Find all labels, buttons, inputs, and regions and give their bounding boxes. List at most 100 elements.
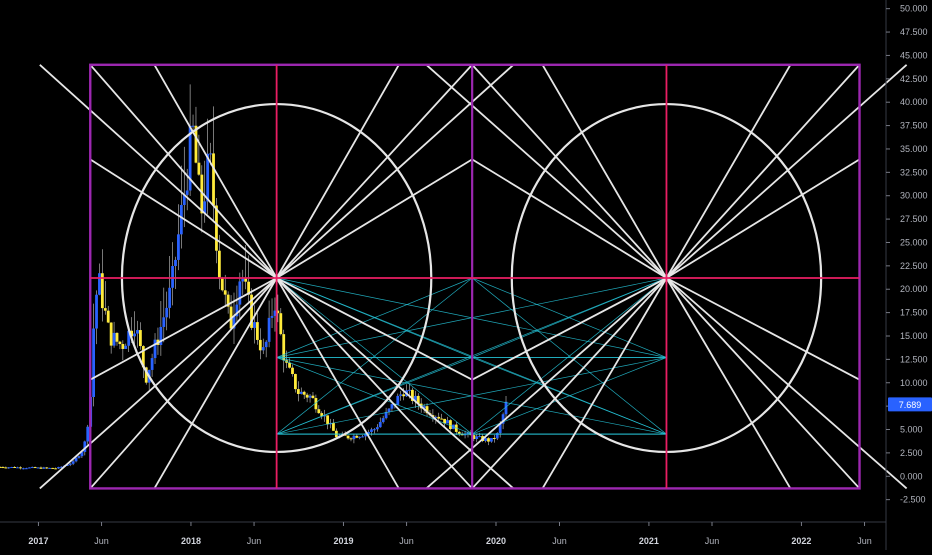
candle-body: [346, 435, 350, 439]
candle-body: [449, 420, 452, 430]
candle-body: [13, 467, 17, 469]
y-tick-label: 37.500: [900, 121, 928, 131]
candle-body: [396, 395, 400, 405]
x-tick-label: Jun: [399, 536, 414, 546]
candle-body: [375, 427, 379, 430]
candle-body: [305, 394, 309, 398]
y-tick-label: 20.000: [900, 284, 928, 294]
y-tick-label: 45.000: [900, 50, 928, 60]
candle-body: [112, 332, 116, 346]
y-tick-label: 25.000: [900, 237, 928, 247]
candle-body: [279, 313, 283, 335]
candle-body: [492, 437, 496, 439]
candle-body: [191, 125, 195, 127]
candle-body: [446, 420, 449, 424]
candle-body: [109, 322, 113, 346]
last-price-label: 7.689: [899, 400, 922, 410]
candle-body: [258, 339, 262, 351]
candle-body: [106, 310, 110, 323]
candle-body: [478, 436, 482, 438]
candle-body: [54, 468, 57, 470]
x-tick-label: Jun: [247, 536, 262, 546]
candle-body: [402, 394, 406, 397]
candle-body: [138, 330, 142, 347]
candle-body: [299, 391, 303, 394]
x-tick-label: 2020: [486, 536, 506, 546]
candle-body: [378, 422, 382, 428]
x-tick-label: 2021: [639, 536, 659, 546]
candle-body: [308, 395, 312, 398]
candle-body: [261, 347, 265, 351]
candle-body: [121, 344, 125, 349]
candle-body: [484, 438, 487, 441]
candle-body: [4, 467, 8, 469]
candle-body: [165, 307, 169, 318]
candle-body: [136, 330, 139, 334]
x-tick-label: Jun: [552, 536, 567, 546]
candle-body: [349, 438, 353, 440]
last-price-marker: 7.689: [888, 397, 932, 412]
candle-body: [115, 332, 119, 342]
y-tick-label: 50.000: [900, 4, 928, 14]
y-tick-label: 10.000: [900, 378, 928, 388]
candle-body: [255, 322, 259, 340]
candle-body: [197, 162, 201, 175]
candle-body: [36, 467, 40, 469]
candle-body: [253, 322, 256, 328]
y-tick-label: 2.500: [900, 448, 923, 458]
candle-body: [0, 466, 2, 468]
candle-body: [311, 395, 315, 399]
candle-body: [294, 374, 297, 390]
candle-body: [238, 281, 242, 305]
chart-background: [0, 0, 932, 550]
candle-body: [45, 467, 49, 469]
candle-body: [150, 358, 154, 370]
candle-body: [153, 339, 157, 359]
candle-body: [475, 436, 479, 440]
candle-body: [217, 250, 221, 278]
candle-body: [489, 437, 493, 442]
candle-body: [7, 467, 11, 469]
candle-body: [317, 409, 321, 414]
candle-body: [399, 394, 403, 396]
x-tick-label: 2019: [333, 536, 353, 546]
candle-body: [457, 431, 461, 434]
candle-body: [437, 416, 441, 419]
candle-body: [21, 468, 25, 470]
y-tick-label: 0.000: [900, 471, 923, 481]
candle-body: [86, 426, 90, 442]
y-tick-label: 35.000: [900, 144, 928, 154]
candle-body: [19, 467, 22, 469]
y-tick-label: 12.500: [900, 354, 928, 364]
candle-body: [118, 341, 122, 345]
candle-body: [171, 266, 174, 288]
candle-body: [326, 415, 329, 425]
candle-body: [42, 467, 46, 469]
candle-body: [381, 418, 385, 423]
candle-body: [71, 461, 75, 464]
candle-body: [370, 429, 373, 432]
candle-body: [48, 467, 52, 469]
candle-body: [487, 438, 490, 442]
candle-body: [361, 436, 365, 438]
candle-body: [162, 317, 166, 327]
y-tick-label: -2.500: [900, 495, 926, 505]
y-tick-label: 17.500: [900, 308, 928, 318]
candle-body: [267, 317, 271, 342]
candle-body: [33, 467, 37, 469]
candle-body: [27, 467, 31, 469]
candle-body: [223, 290, 227, 295]
candle-body: [352, 435, 356, 440]
y-tick-label: 47.500: [900, 27, 928, 37]
candle-body: [16, 467, 19, 469]
candle-body: [24, 468, 28, 470]
y-tick-label: 32.500: [900, 167, 928, 177]
y-tick-label: 22.500: [900, 261, 928, 271]
candle-body: [220, 277, 224, 291]
x-tick-label: Jun: [94, 536, 109, 546]
candle-body: [209, 153, 212, 155]
candle-body: [244, 278, 248, 282]
candle-body: [168, 287, 172, 308]
candle-body: [68, 463, 72, 465]
y-tick-label: 30.000: [900, 191, 928, 201]
